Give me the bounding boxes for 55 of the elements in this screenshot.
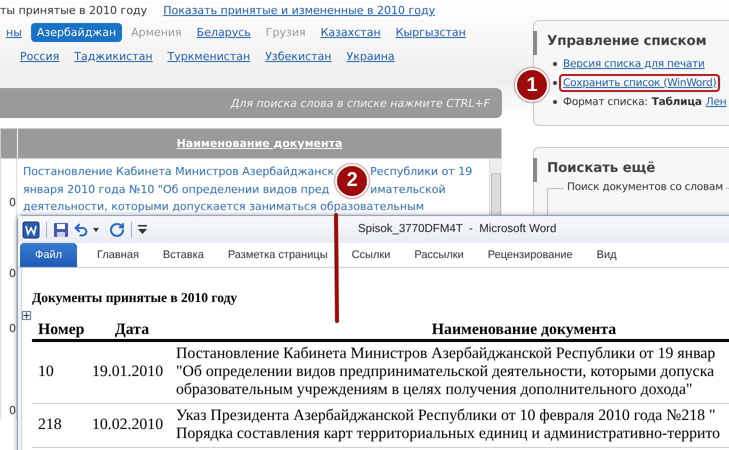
search-hint: Для поиска слова в списке нажмите CTRL+F: [230, 96, 490, 110]
country-link[interactable]: Казахстан: [314, 22, 387, 42]
scrollbar[interactable]: [489, 159, 502, 215]
bullet-icon: [553, 62, 557, 66]
ribbon-tab[interactable]: Рецензирование: [488, 246, 573, 264]
format-link[interactable]: Лен: [706, 96, 726, 108]
country-link[interactable]: ны: [0, 22, 28, 42]
undo-icon[interactable]: [73, 222, 89, 238]
panel-title: Поискать ещё: [547, 160, 656, 176]
panel-link[interactable]: Версия списка для печати: [559, 54, 709, 72]
customize-icon[interactable]: [138, 225, 147, 234]
country-link[interactable]: Узбекистан: [259, 46, 338, 66]
window-title: Spisok_3770DFM4T - Microsoft Word: [358, 223, 556, 235]
step-badge: 1: [515, 68, 549, 102]
panel-link[interactable]: Сохранить список (WinWord): [559, 74, 720, 92]
table-cell: 10: [32, 342, 90, 404]
column-header: Наименование документа: [174, 321, 729, 342]
step-badge: 2: [335, 164, 370, 198]
ribbon-tab[interactable]: Рассылки: [414, 246, 464, 264]
bullet-icon: [553, 100, 557, 104]
country-link[interactable]: Таджикистан: [68, 46, 159, 66]
format-value: Таблица: [652, 96, 702, 108]
country-link[interactable]: Туркменистан: [162, 46, 256, 66]
country-tab[interactable]: Азербайджан: [30, 22, 122, 42]
changes-link[interactable]: Показать принятые и измененные в 2010 году: [163, 4, 436, 16]
format-label: Формат списка:: [563, 96, 648, 108]
ribbon-tab[interactable]: Ссылки: [352, 246, 390, 264]
table-cell: 0: [1, 159, 17, 215]
table-cell: 10.02.2010: [90, 404, 174, 448]
table-cell: Указ Президента Азербайджанской Республики от 10 февраля 2010 года №218 " Порядка составления карт территориальных единиц и административно-террито: [174, 404, 729, 448]
country-link[interactable]: Украина: [340, 46, 401, 66]
fieldset-legend: Поиск документов со словам: [564, 181, 726, 193]
panel-title: Управление списком: [547, 33, 708, 49]
column-header: Номер: [32, 321, 90, 342]
country-link[interactable]: Россия: [14, 46, 66, 66]
table-cell: 218: [32, 404, 90, 448]
bullet-icon: [553, 80, 557, 84]
redo-icon[interactable]: [109, 222, 125, 238]
table-move-icon[interactable]: [22, 311, 31, 320]
table-cell: Постановление Кабинета Министров Азербайджанской Республики от 19 январ "Об определении видов предпринимательской деятельности, которыми допуска образовательным учреждениям в целях получения дополнительного дохода": [174, 342, 729, 404]
document-link[interactable]: Постановление Кабинета Министров Азербайджанск Республики от 19 января 2010 года №10 "Об определении видов пред имательской деятельности, которыми допускается заниматься образовательным 2: [23, 163, 472, 215]
ribbon-tab[interactable]: Вставка: [162, 246, 204, 264]
country-link[interactable]: Беларусь: [190, 22, 257, 42]
document-heading: Документы принятые в 2010 году: [32, 290, 238, 306]
ribbon-tab[interactable]: Разметка страницы: [228, 246, 328, 264]
country-link[interactable]: Кыргызстан: [390, 22, 472, 42]
page-heading: ты принятые в 2010 году: [0, 4, 148, 16]
ribbon-tab[interactable]: Главная: [97, 246, 139, 264]
app-icon[interactable]: [22, 220, 40, 238]
save-icon[interactable]: [53, 222, 69, 238]
table-cell: 19.01.2010: [90, 342, 174, 404]
caret-icon[interactable]: [93, 228, 99, 232]
column-header: Дата: [90, 321, 174, 342]
ribbon-tab[interactable]: Файл: [20, 243, 78, 267]
ribbon-tab[interactable]: Вид: [596, 246, 617, 264]
